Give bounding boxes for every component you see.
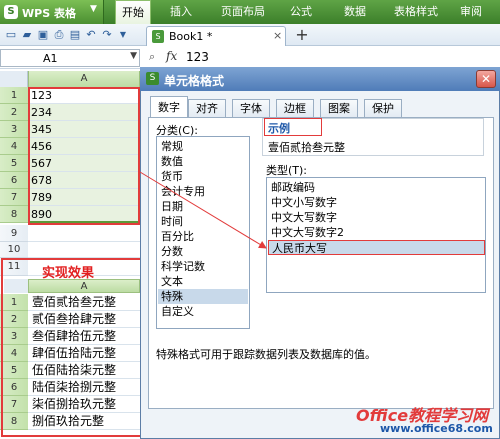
row-header[interactable]: 4 bbox=[0, 138, 28, 155]
chevron-down-icon[interactable]: ▼ bbox=[130, 51, 137, 61]
menu-formulas[interactable]: 公式 bbox=[290, 0, 312, 24]
name-box-value: A1 bbox=[43, 52, 58, 65]
list-item-selected[interactable]: 特殊 bbox=[158, 289, 248, 304]
save-icon[interactable]: ▣ bbox=[36, 28, 50, 42]
toolbar-dropdown-icon[interactable]: ▼ bbox=[116, 28, 130, 42]
list-item[interactable]: 货币 bbox=[161, 169, 183, 184]
menu-data[interactable]: 数据 bbox=[344, 0, 366, 24]
row-header[interactable]: 1 bbox=[0, 87, 28, 104]
name-box[interactable]: A1 ▼ bbox=[0, 49, 140, 67]
menu-table-style[interactable]: 表格样式 bbox=[394, 0, 438, 24]
cell-a9[interactable] bbox=[28, 225, 140, 242]
list-item[interactable]: 中文小写数字 bbox=[271, 195, 337, 210]
fx-icon[interactable]: fx bbox=[166, 49, 177, 63]
sample-label: 示例 bbox=[268, 122, 290, 135]
formula-input[interactable]: 123 bbox=[186, 50, 209, 64]
close-tab-icon[interactable]: × bbox=[273, 29, 282, 42]
list-item[interactable]: 数值 bbox=[161, 154, 183, 169]
list-item[interactable]: 日期 bbox=[161, 199, 183, 214]
row-header[interactable]: 3 bbox=[0, 121, 28, 138]
tab-pattern[interactable]: 图案 bbox=[320, 99, 358, 117]
list-item[interactable]: 文本 bbox=[161, 274, 183, 289]
tab-font[interactable]: 字体 bbox=[232, 99, 270, 117]
list-item[interactable]: 百分比 bbox=[161, 229, 194, 244]
menu-home[interactable]: 开始 bbox=[115, 0, 151, 25]
dialog-title: 单元格格式 bbox=[164, 74, 225, 88]
sample-value: 壹佰贰拾叁元整 bbox=[268, 141, 345, 154]
watermark: Office教程学习网 www.office68.com bbox=[356, 402, 500, 439]
source-highlight-box bbox=[28, 87, 140, 225]
doc-tab-label: Book1 * bbox=[169, 30, 213, 43]
new-file-icon[interactable]: ▭ bbox=[4, 28, 18, 42]
chevron-down-icon: ▼ bbox=[90, 4, 97, 14]
row-header[interactable]: 6 bbox=[0, 172, 28, 189]
format-description: 特殊格式可用于跟踪数据列表及数据库的值。 bbox=[156, 348, 376, 361]
dialog-title-bar[interactable]: S 单元格格式 bbox=[140, 67, 500, 91]
select-all-corner[interactable] bbox=[0, 71, 28, 87]
close-icon[interactable]: ✕ bbox=[476, 70, 496, 88]
list-item[interactable]: 中文大写数字2 bbox=[271, 225, 344, 240]
list-item[interactable]: 分数 bbox=[161, 244, 183, 259]
watermark-url: www.office68.com bbox=[380, 422, 493, 435]
list-item[interactable]: 自定义 bbox=[161, 304, 194, 319]
tab-alignment[interactable]: 对齐 bbox=[188, 99, 226, 117]
menu-page-layout[interactable]: 页面布局 bbox=[221, 0, 265, 24]
list-item[interactable]: 会计专用 bbox=[161, 184, 205, 199]
row-header[interactable]: 2 bbox=[0, 104, 28, 121]
list-item[interactable]: 时间 bbox=[161, 214, 183, 229]
result-highlight-box bbox=[1, 258, 144, 437]
tab-border[interactable]: 边框 bbox=[276, 99, 314, 117]
menu-review[interactable]: 审阅 bbox=[460, 0, 482, 24]
list-item[interactable]: 邮政编码 bbox=[271, 180, 315, 195]
spreadsheet-icon: S bbox=[152, 30, 164, 43]
list-item[interactable]: 科学记数 bbox=[161, 259, 205, 274]
cell-a10[interactable] bbox=[28, 242, 140, 258]
category-list[interactable]: 常规 数值 货币 会计专用 日期 时间 百分比 分数 科学记数 文本 特殊 自定… bbox=[156, 136, 250, 329]
tab-protection[interactable]: 保护 bbox=[364, 99, 402, 117]
list-item-selected[interactable]: 人民币大写 bbox=[268, 240, 485, 255]
row-header[interactable]: 9 bbox=[0, 225, 28, 242]
type-list[interactable]: 邮政编码 中文小写数字 中文大写数字 中文大写数字2 人民币大写 bbox=[266, 177, 486, 293]
print-icon[interactable]: ⎙ bbox=[52, 28, 66, 42]
column-header-a[interactable]: A bbox=[28, 71, 140, 87]
row-header[interactable]: 5 bbox=[0, 155, 28, 172]
zoom-icon[interactable]: ⌕ bbox=[149, 50, 155, 64]
tab-book1[interactable]: S Book1 * × bbox=[146, 26, 286, 46]
type-label: 类型(T): bbox=[266, 164, 308, 177]
add-tab-button[interactable]: + bbox=[294, 27, 310, 43]
row-header[interactable]: 10 bbox=[0, 242, 28, 258]
redo-icon[interactable]: ↷ bbox=[100, 28, 114, 42]
tab-number[interactable]: 数字 bbox=[150, 96, 188, 118]
list-item[interactable]: 常规 bbox=[161, 139, 183, 154]
app-menu-button[interactable]: S WPS 表格 ▼ bbox=[0, 0, 104, 24]
wps-sheet-icon: S bbox=[146, 72, 159, 85]
list-item[interactable]: 中文大写数字 bbox=[271, 210, 337, 225]
app-title: WPS 表格 bbox=[22, 7, 76, 20]
menu-insert[interactable]: 插入 bbox=[170, 0, 192, 24]
row-header[interactable]: 8 bbox=[0, 206, 28, 223]
open-folder-icon[interactable]: ▰ bbox=[20, 28, 34, 42]
row-header[interactable]: 7 bbox=[0, 189, 28, 206]
print-preview-icon[interactable]: ▤ bbox=[68, 28, 82, 42]
wps-logo-icon: S bbox=[4, 5, 18, 19]
undo-icon[interactable]: ↶ bbox=[84, 28, 98, 42]
